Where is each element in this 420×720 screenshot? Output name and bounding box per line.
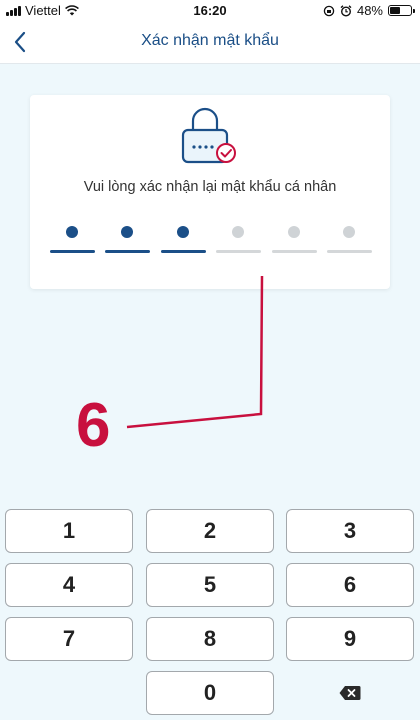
pin-underline: [50, 250, 95, 253]
key-6[interactable]: 6: [286, 563, 414, 607]
pin-dot-filled: [176, 226, 189, 238]
nav-bar: Xác nhận mật khẩu: [0, 20, 420, 64]
annotation-number: 6: [76, 391, 111, 460]
battery-icon: [388, 5, 415, 16]
pin-underline: [271, 250, 317, 253]
key-5[interactable]: 5: [146, 563, 274, 607]
pin-slots: [50, 219, 372, 259]
pin-slot: [271, 219, 317, 259]
backspace-icon: [339, 686, 361, 700]
pin-underline: [327, 250, 372, 253]
pin-slot: [327, 219, 372, 259]
status-bar: Viettel 16:20 48%: [0, 0, 420, 20]
pin-slot: [216, 219, 262, 259]
lock-check-icon: [181, 107, 236, 164]
backspace-button[interactable]: [286, 671, 414, 715]
battery-percent: 48%: [356, 3, 383, 18]
key-9[interactable]: 9: [286, 617, 414, 661]
pin-underline: [216, 250, 262, 253]
page-title: Xác nhận mật khẩu: [141, 32, 279, 49]
rotation-lock-icon: [323, 5, 335, 16]
pin-dot-empty: [232, 226, 245, 238]
pin-prompt: Vui lòng xác nhận lại mật khẩu cá nhân: [83, 179, 337, 195]
key-8[interactable]: 8: [146, 617, 274, 661]
pin-underline: [105, 250, 151, 253]
pin-slot: [160, 219, 206, 259]
key-2[interactable]: 2: [146, 509, 274, 553]
pin-dot-empty: [343, 226, 355, 238]
key-4[interactable]: 4: [5, 563, 133, 607]
key-1[interactable]: 1: [5, 509, 133, 553]
key-0[interactable]: 0: [146, 671, 274, 715]
key-3[interactable]: 3: [286, 509, 414, 553]
pin-dot-filled: [66, 226, 78, 238]
key-7[interactable]: 7: [5, 617, 133, 661]
pin-confirm-card: Vui lòng xác nhận lại mật khẩu cá nhân: [30, 95, 390, 289]
pin-dot-empty: [287, 226, 300, 238]
battery-level: [390, 7, 400, 14]
pin-dot-filled: [121, 226, 134, 238]
alarm-icon: [340, 4, 352, 17]
pin-slot: [50, 219, 95, 259]
status-right: 48%: [323, 3, 415, 18]
pin-slot: [105, 219, 151, 259]
pin-underline: [160, 250, 206, 253]
